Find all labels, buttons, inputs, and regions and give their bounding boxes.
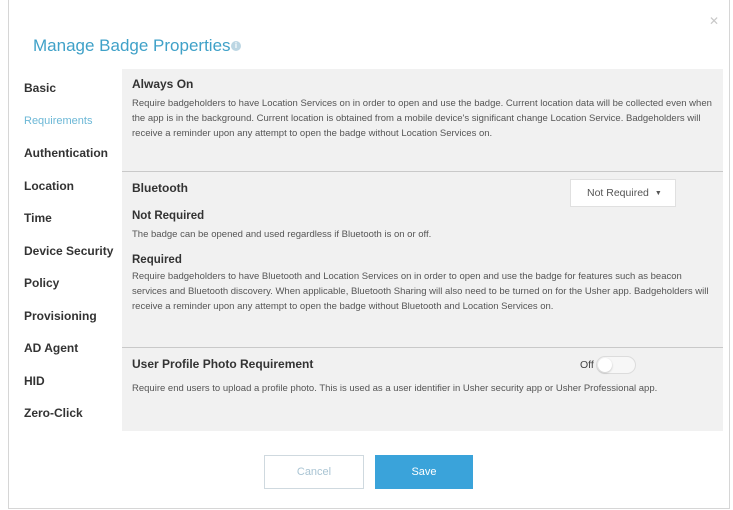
always-on-section: Always On Require badgeholders to have L…: [132, 77, 712, 141]
sidebar-item-hid[interactable]: HID: [24, 373, 124, 406]
required-heading: Required: [132, 254, 182, 266]
sidebar-item-policy[interactable]: Policy: [24, 275, 124, 308]
sidebar-nav: Basic Requirements Authentication Locati…: [24, 80, 124, 438]
toggle-knob: [598, 358, 612, 372]
sidebar-item-time[interactable]: Time: [24, 210, 124, 243]
cancel-button[interactable]: Cancel: [264, 455, 364, 489]
required-text: Require badgeholders to have Bluetooth a…: [132, 271, 709, 312]
not-required-heading: Not Required: [132, 210, 205, 222]
save-button[interactable]: Save: [375, 455, 473, 489]
sidebar-item-provisioning[interactable]: Provisioning: [24, 308, 124, 341]
close-icon[interactable]: ✕: [709, 14, 719, 28]
sidebar-item-device-security[interactable]: Device Security: [24, 243, 124, 276]
sidebar-item-location[interactable]: Location: [24, 178, 124, 211]
sidebar-item-authentication[interactable]: Authentication: [24, 145, 124, 178]
always-on-heading: Always On: [132, 77, 194, 91]
section-divider: [122, 347, 723, 348]
bluetooth-required: Required Require badgeholders to have Bl…: [132, 254, 712, 314]
always-on-description: Require badgeholders to have Location Se…: [132, 98, 712, 139]
bluetooth-select-value: Not Required: [587, 187, 649, 199]
not-required-text: The badge can be opened and used regardl…: [132, 229, 432, 240]
requirements-panel: Always On Require badgeholders to have L…: [122, 69, 723, 431]
dialog-title: Manage Badge Properties: [33, 36, 231, 55]
sidebar-item-ad-agent[interactable]: AD Agent: [24, 340, 124, 373]
photo-toggle-label: Off: [580, 359, 594, 371]
photo-requirement-toggle[interactable]: [596, 356, 636, 374]
sidebar-item-requirements[interactable]: Requirements: [24, 113, 124, 146]
sidebar-item-basic[interactable]: Basic: [24, 80, 124, 113]
bluetooth-not-required: Not Required The badge can be opened and…: [132, 210, 712, 242]
photo-description: Require end users to upload a profile ph…: [132, 383, 658, 394]
chevron-down-icon: ▼: [654, 190, 662, 197]
info-icon[interactable]: i: [231, 41, 241, 51]
sidebar-item-zero-click[interactable]: Zero-Click: [24, 405, 124, 438]
bluetooth-requirement-select[interactable]: Not Required ▼: [570, 179, 676, 207]
section-divider: [122, 171, 723, 172]
